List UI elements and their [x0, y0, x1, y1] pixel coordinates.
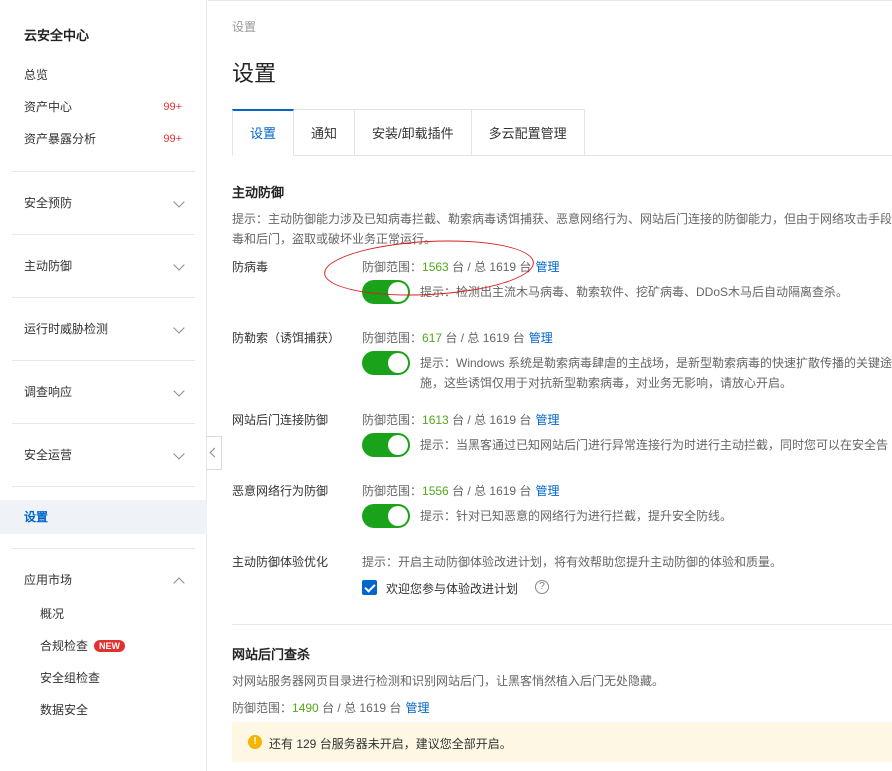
sidebar-item-assets[interactable]: 资产中心 99+: [0, 91, 207, 123]
section-heading-active-defense: 主动防御: [232, 185, 285, 200]
defense-range: 防御范围：1613 台 / 总 1619 台管理: [362, 411, 559, 428]
row-tip: 提示：检测出主流木马病毒、勒索软件、挖矿病毒、DDoS木马后自动隔离查杀。: [420, 285, 849, 299]
tab-notifications[interactable]: 通知: [294, 109, 356, 156]
sidebar-group-prevention[interactable]: 安全预防: [12, 171, 195, 233]
warning-notice: ! 还有 129 台服务器未开启，建议您全部开启。: [232, 722, 892, 762]
covered-count: 617: [422, 331, 443, 345]
section-divider: [232, 624, 892, 625]
sidebar-group-market[interactable]: 应用市场: [12, 548, 195, 610]
chevron-down-icon: [173, 259, 185, 271]
defense-range: 防御范围：1556 台 / 总 1619 台管理: [362, 482, 559, 499]
sidebar-group-label: 调查响应: [24, 385, 73, 399]
row-tip: 提示：Windows 系统是勒索病毒肆虐的主战场，是新型勒索病毒的快速扩散传播的…: [420, 356, 892, 370]
row-label-experience: 主动防御体验优化: [232, 555, 329, 569]
sidebar: 云安全中心 总览 资产中心 99+ 资产暴露分析 99+ 安全预防 主动防御 运行时…: [0, 0, 207, 771]
sidebar-group-runtime-detection[interactable]: 运行时威胁检测: [12, 297, 195, 359]
sidebar-subitem-label: 合规检查: [40, 639, 89, 653]
range-total: 台 / 总 1619 台: [322, 701, 402, 715]
sidebar-item-label: 资产中心: [24, 100, 73, 114]
sidebar-item-settings[interactable]: 设置: [0, 500, 207, 534]
manage-link[interactable]: 管理: [535, 413, 559, 427]
defense-range: 防御范围：1490 台 / 总 1619 台管理: [232, 699, 429, 716]
count-badge: 99+: [163, 133, 182, 145]
webshell-connection-toggle[interactable]: [362, 433, 410, 457]
sidebar-item-label: 资产暴露分析: [24, 132, 97, 146]
range-prefix: 防御范围：: [232, 701, 293, 715]
tab-bar: 设置 通知 安装/卸载插件 多云配置管理: [232, 109, 585, 156]
row-tip: 提示：当黑客通过已知网站后门进行异常连接行为时进行主动拦截，同时您可以在安全告: [420, 438, 889, 452]
section-description-line: 提示：主动防御能力涉及已知病毒拦截、勒索病毒诱饵捕获、恶意网络行为、网站后门连接…: [232, 212, 892, 226]
covered-count: 1556: [422, 484, 449, 498]
range-total: 台 / 总 1619 台: [445, 331, 525, 345]
covered-count: 1563: [422, 260, 449, 274]
experience-checkbox[interactable]: [362, 580, 377, 595]
count-badge: 99+: [163, 101, 182, 113]
chevron-down-icon: [173, 385, 185, 397]
top-divider: [208, 0, 892, 1]
range-total: 台 / 总 1619 台: [452, 413, 532, 427]
manage-link[interactable]: 管理: [405, 701, 429, 715]
sidebar-group-label: 安全运营: [24, 448, 73, 462]
row-label-webshell-connection: 网站后门连接防御: [232, 413, 329, 427]
new-badge: NEW: [94, 640, 126, 652]
main-content: 设置 设置 设置 通知 安装/卸载插件 多云配置管理 主动防御 提示：主动防御能…: [208, 0, 892, 771]
tab-settings[interactable]: 设置: [232, 109, 295, 156]
sidebar-group-label: 应用市场: [24, 573, 73, 587]
range-prefix: 防御范围：: [362, 331, 423, 345]
sidebar-group-operations[interactable]: 安全运营: [12, 423, 195, 485]
experience-checkbox-label[interactable]: 欢迎您参与体验改进计划: [386, 580, 518, 597]
row-label-malicious-network: 恶意网络行为防御: [232, 484, 329, 498]
row-label-ransomware: 防勒索（诱饵捕获）: [232, 331, 341, 345]
warning-text: 还有 129 台服务器未开启，建议您全部开启。: [269, 737, 512, 751]
range-prefix: 防御范围：: [362, 260, 423, 274]
malicious-network-toggle[interactable]: [362, 504, 410, 528]
sidebar-subitem-overview[interactable]: 概况: [40, 605, 64, 622]
range-prefix: 防御范围：: [362, 413, 423, 427]
chevron-down-icon: [173, 448, 185, 460]
row-label-antivirus: 防病毒: [232, 260, 269, 274]
sidebar-item-overview[interactable]: 总览: [0, 59, 207, 91]
sidebar-subitem-data-security[interactable]: 数据安全: [40, 701, 88, 718]
sidebar-item-exposure[interactable]: 资产暴露分析 99+: [0, 123, 207, 155]
warning-icon: !: [248, 735, 262, 749]
section-description-line: 毒和后门，盗取或破坏业务正常运行。: [232, 232, 437, 246]
antivirus-toggle[interactable]: [362, 280, 410, 304]
manage-link[interactable]: 管理: [535, 260, 559, 274]
tab-plugins[interactable]: 安装/卸载插件: [355, 109, 472, 156]
sidebar-title: 云安全中心: [24, 28, 90, 43]
row-tip-line2: 施，这些诱饵仅用于对抗新型勒索病毒，对业务无影响，请放心开启。: [420, 376, 793, 390]
tab-multicloud[interactable]: 多云配置管理: [471, 109, 585, 156]
sidebar-group-label: 运行时威胁检测: [24, 322, 109, 336]
experience-tip: 提示：开启主动防御体验改进计划，将有效帮助您提升主动防御的体验和质量。: [362, 555, 783, 569]
breadcrumb[interactable]: 设置: [232, 18, 256, 35]
chevron-up-icon: [173, 577, 185, 589]
manage-link[interactable]: 管理: [535, 484, 559, 498]
sidebar-group-investigation[interactable]: 调查响应: [12, 360, 195, 422]
sidebar-item-label: 设置: [24, 510, 49, 524]
range-total: 台 / 总 1619 台: [452, 484, 532, 498]
manage-link[interactable]: 管理: [529, 331, 553, 345]
section-heading-webshell: 网站后门查杀: [232, 647, 311, 662]
covered-count: 1490: [292, 701, 319, 715]
chevron-down-icon: [173, 322, 185, 334]
sidebar-subitem-compliance[interactable]: 合规检查 NEW: [40, 637, 126, 654]
sidebar-group-label: 主动防御: [24, 259, 73, 273]
chevron-down-icon: [173, 196, 185, 208]
sidebar-subitem-security-group[interactable]: 安全组检查: [40, 669, 100, 686]
defense-range: 防御范围：1563 台 / 总 1619 台管理: [362, 258, 559, 275]
sidebar-group-label: 安全预防: [24, 196, 73, 210]
sidebar-item-label: 总览: [24, 68, 49, 82]
sidebar-divider: [12, 486, 195, 500]
covered-count: 1613: [422, 413, 449, 427]
page-title: 设置: [232, 61, 277, 86]
range-prefix: 防御范围：: [362, 484, 423, 498]
webshell-description: 对网站服务器网页目录进行检测和识别网站后门，让黑客悄然植入后门无处隐藏。: [232, 674, 665, 688]
sidebar-group-active-defense[interactable]: 主动防御: [12, 234, 195, 296]
ransomware-toggle[interactable]: [362, 351, 410, 375]
defense-range: 防御范围：617 台 / 总 1619 台管理: [362, 329, 553, 346]
row-tip: 提示：针对已知恶意的网络行为进行拦截，提升安全防线。: [420, 509, 733, 523]
help-icon[interactable]: ?: [535, 580, 549, 594]
range-total: 台 / 总 1619 台: [452, 260, 532, 274]
